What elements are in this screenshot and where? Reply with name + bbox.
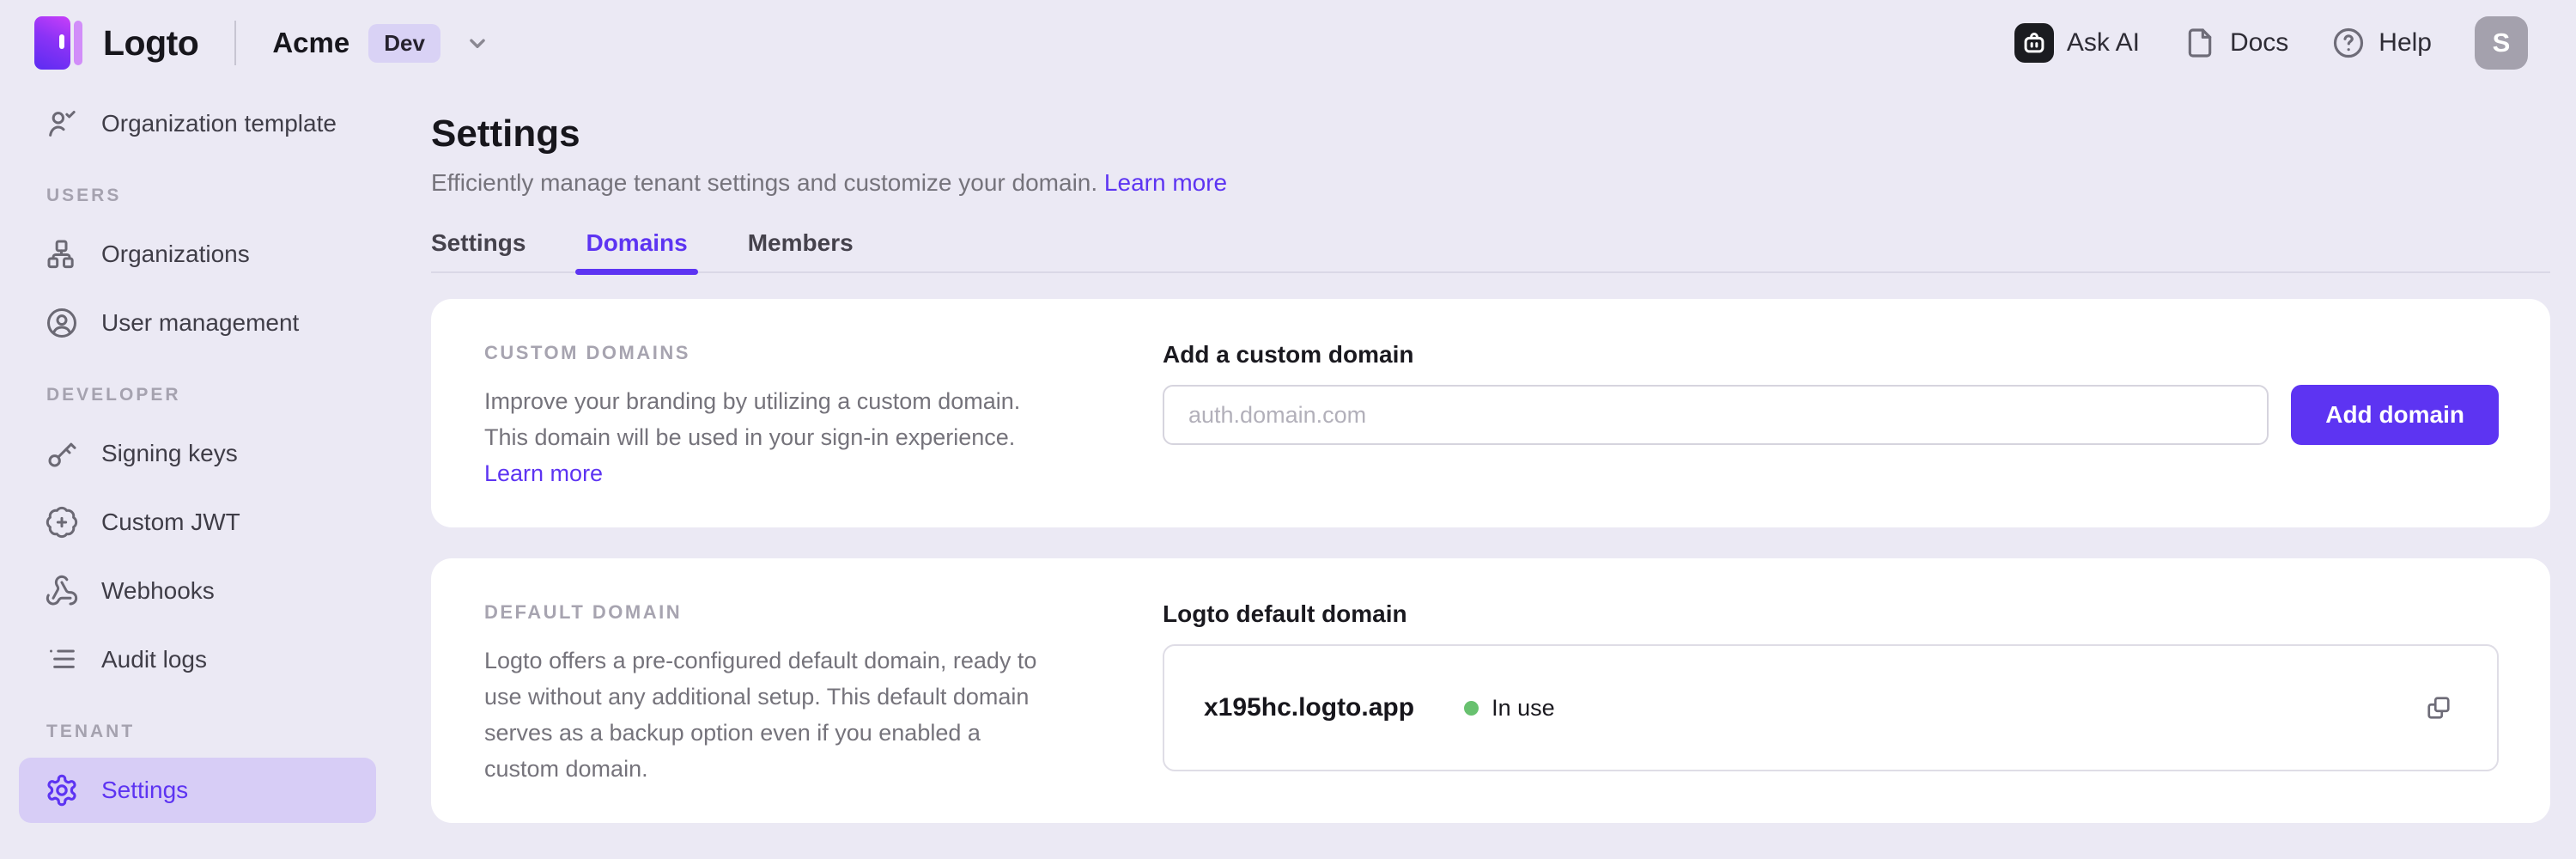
sidebar-item-label: Signing keys (101, 440, 238, 467)
logo[interactable]: Logto (34, 16, 198, 70)
tab-members[interactable]: Members (748, 228, 854, 271)
logo-text: Logto (103, 23, 198, 64)
tenant-name: Acme (272, 27, 349, 59)
help-button[interactable]: Help (2331, 26, 2432, 60)
help-icon (2331, 26, 2366, 60)
page-title: Settings (431, 112, 2550, 156)
domain-status: In use (1464, 695, 1555, 722)
add-custom-domain-label: Add a custom domain (1163, 340, 2499, 369)
default-domain-section-label: DEFAULT DOMAIN (484, 600, 1037, 625)
tab-bar: Settings Domains Members (431, 228, 2550, 273)
avatar[interactable]: S (2475, 16, 2528, 70)
docs-button[interactable]: Docs (2183, 26, 2288, 60)
document-icon (2183, 26, 2217, 60)
status-text: In use (1492, 695, 1555, 722)
page-subtitle: Efficiently manage tenant settings and c… (431, 168, 2550, 198)
sidebar-item-organizations[interactable]: Organizations (19, 222, 376, 287)
user-circle-icon (45, 306, 79, 340)
sidebar-item-custom-jwt[interactable]: Custom JWT (19, 490, 376, 555)
gear-icon (45, 773, 79, 807)
default-domain-card: DEFAULT DOMAIN Logto offers a pre-config… (431, 558, 2550, 823)
sidebar-item-label: User management (101, 309, 299, 337)
sidebar-item-label: Organization template (101, 110, 337, 137)
default-domain-panel: Logto default domain x195hc.logto.app In… (1163, 600, 2499, 787)
top-bar: Logto Acme Dev Ask AI Docs (0, 0, 2576, 86)
default-domain-value: x195hc.logto.app (1204, 693, 1414, 722)
tenant-selector[interactable]: Acme Dev (272, 24, 492, 63)
add-domain-button[interactable]: Add domain (2291, 385, 2499, 445)
sidebar-item-label: Settings (101, 777, 188, 804)
copy-icon (2423, 692, 2454, 723)
default-domain-description: Logto offers a pre-configured default do… (484, 643, 1037, 787)
copy-domain-button[interactable] (2415, 684, 2463, 732)
docs-label: Docs (2230, 28, 2288, 58)
tab-settings[interactable]: Settings (431, 228, 526, 271)
main-content: Settings Efficiently manage tenant setti… (395, 86, 2576, 859)
header-divider (234, 21, 236, 65)
logo-door-handle (59, 34, 64, 49)
help-label: Help (2379, 28, 2432, 58)
webhook-icon (45, 574, 79, 608)
sidebar-item-settings[interactable]: Settings (19, 758, 376, 823)
sidebar-item-label: Webhooks (101, 577, 215, 605)
logo-bar-shape (74, 21, 82, 65)
status-dot-icon (1464, 701, 1479, 716)
sidebar-item-label: Custom JWT (101, 509, 240, 536)
sidebar-item-label: Organizations (101, 241, 250, 268)
sidebar-section-users: USERS (19, 174, 376, 218)
logto-logo-icon (34, 16, 82, 70)
custom-domain-input[interactable] (1163, 385, 2269, 445)
tenant-env-badge: Dev (368, 24, 440, 63)
subtitle-text: Efficiently manage tenant settings and c… (431, 169, 1097, 196)
custom-domains-card: CUSTOM DOMAINS Improve your branding by … (431, 299, 2550, 527)
sidebar-section-developer: DEVELOPER (19, 373, 376, 417)
sidebar-item-signing-keys[interactable]: Signing keys (19, 421, 376, 486)
ask-ai-button[interactable]: Ask AI (2014, 23, 2140, 63)
logto-default-domain-label: Logto default domain (1163, 600, 2499, 629)
default-domain-row: x195hc.logto.app In use (1163, 644, 2499, 771)
badge-plus-icon (45, 505, 79, 539)
app-root: Logto Acme Dev Ask AI Docs (0, 0, 2576, 859)
custom-domains-learn-more-link[interactable]: Learn more (484, 460, 603, 486)
list-icon (45, 643, 79, 677)
user-check-icon (45, 107, 79, 141)
logo-door-shape (34, 16, 70, 70)
ask-ai-robot-icon (2014, 23, 2054, 63)
sidebar-item-user-management[interactable]: User management (19, 290, 376, 356)
sidebar-section-tenant: TENANT (19, 710, 376, 754)
custom-domains-section-label: CUSTOM DOMAINS (484, 340, 1037, 366)
custom-domains-form: Add a custom domain Add domain (1163, 340, 2499, 491)
sidebar-item-audit-logs[interactable]: Audit logs (19, 627, 376, 692)
custom-domains-info: CUSTOM DOMAINS Improve your branding by … (484, 340, 1037, 491)
sidebar-item-organization-template[interactable]: Organization template (19, 91, 376, 156)
key-icon (45, 436, 79, 471)
default-domain-info: DEFAULT DOMAIN Logto offers a pre-config… (484, 600, 1037, 787)
sidebar-item-label: Audit logs (101, 646, 207, 673)
tab-domains[interactable]: Domains (586, 228, 687, 271)
org-tree-icon (45, 237, 79, 271)
sidebar: Organization template USERS Organization… (0, 86, 395, 859)
chevron-down-icon (463, 28, 492, 58)
custom-domains-description: Improve your branding by utilizing a cus… (484, 383, 1037, 491)
ask-ai-label: Ask AI (2067, 28, 2140, 58)
avatar-initial: S (2493, 27, 2511, 58)
custom-domains-description-text: Improve your branding by utilizing a cus… (484, 388, 1020, 450)
add-custom-domain-row: Add domain (1163, 385, 2499, 445)
shell: Organization template USERS Organization… (0, 86, 2576, 859)
sidebar-item-webhooks[interactable]: Webhooks (19, 558, 376, 624)
subtitle-learn-more-link[interactable]: Learn more (1104, 169, 1227, 196)
